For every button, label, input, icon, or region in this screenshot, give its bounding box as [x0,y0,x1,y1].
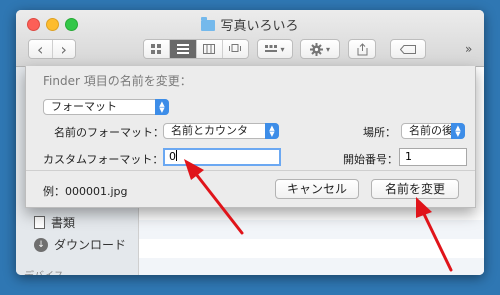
grid-icon [151,43,162,54]
view-mode-buttons [143,39,249,59]
download-icon: ↓ [34,237,48,252]
location-label: 場所： [363,126,396,139]
columns-icon [203,44,216,54]
start-number-input[interactable]: 1 [399,148,467,166]
rename-mode-select[interactable]: フォーマット ▲ ▼ [43,99,169,115]
sidebar-item-downloads[interactable]: ↓ ダウンロード [34,236,126,253]
navigation-buttons: ‹ › [28,39,76,59]
custom-format-label: カスタムフォーマット： [43,153,164,166]
share-button[interactable] [348,39,376,59]
dialog-title: Finder 項目の名前を変更： [43,74,192,88]
forward-button[interactable]: › [51,39,75,59]
title-bar: 写真いろいろ ‹ › ▾ ▾ » [16,10,484,67]
cancel-button[interactable]: キャンセル [275,179,359,199]
divider [26,170,475,171]
list-view-button[interactable] [169,40,196,58]
document-icon [34,216,45,229]
text-cursor [176,150,177,161]
sidebar-item-documents[interactable]: 書類 [34,214,75,231]
list-icon [176,44,189,54]
rename-dialog: Finder 項目の名前を変更： フォーマット ▲ ▼ 名前のフォーマット： 名前… [25,66,476,208]
rename-button[interactable]: 名前を変更 [371,179,459,199]
custom-format-input[interactable]: 0 [163,148,281,166]
share-icon [357,42,367,55]
sidebar-item-label: 書類 [51,216,76,230]
folder-icon [201,17,216,31]
chevron-down-icon: ▾ [280,44,285,54]
action-button[interactable]: ▾ [300,39,340,59]
start-number-value: 1 [405,150,412,163]
start-number-label: 開始番号： [343,153,398,166]
sidebar-section-header: デバイス [24,267,64,275]
chevron-down-icon: ▾ [325,44,330,54]
column-view-button[interactable] [195,40,222,58]
back-arrow-icon: ‹ [37,39,44,59]
example-text: 例：000001.jpg [43,185,128,198]
gear-icon [309,42,323,56]
window-title: 写真いろいろ [220,19,299,34]
name-format-value: 名前とカウンタ [171,124,248,137]
sidebar-item-label: ダウンロード [54,238,127,252]
forward-arrow-icon: › [60,39,67,59]
file-row[interactable] [139,220,484,239]
tag-button[interactable] [390,39,426,59]
location-value: 名前の後 [409,124,453,137]
select-arrows-icon: ▲ ▼ [265,123,279,139]
back-button[interactable]: ‹ [29,40,52,58]
arrange-button[interactable]: ▾ [257,39,293,59]
location-select[interactable]: 名前の後 ▲ ▼ [401,123,465,139]
coverflow-icon [229,44,242,52]
arrange-grid-icon [265,44,278,52]
select-arrows-icon: ▲ ▼ [451,123,465,139]
window-title-area: 写真いろいろ [16,15,484,34]
toolbar-overflow-button[interactable]: » [465,42,472,56]
icon-view-button[interactable] [144,40,170,58]
coverflow-view-button[interactable] [221,40,248,58]
custom-format-value: 0 [169,150,176,163]
rename-mode-value: フォーマット [51,100,117,113]
name-format-label: 名前のフォーマット： [54,126,164,139]
tag-icon [400,44,416,54]
name-format-select[interactable]: 名前とカウンタ ▲ ▼ [163,123,279,139]
file-row[interactable] [139,258,484,275]
select-arrows-icon: ▲ ▼ [155,99,169,115]
